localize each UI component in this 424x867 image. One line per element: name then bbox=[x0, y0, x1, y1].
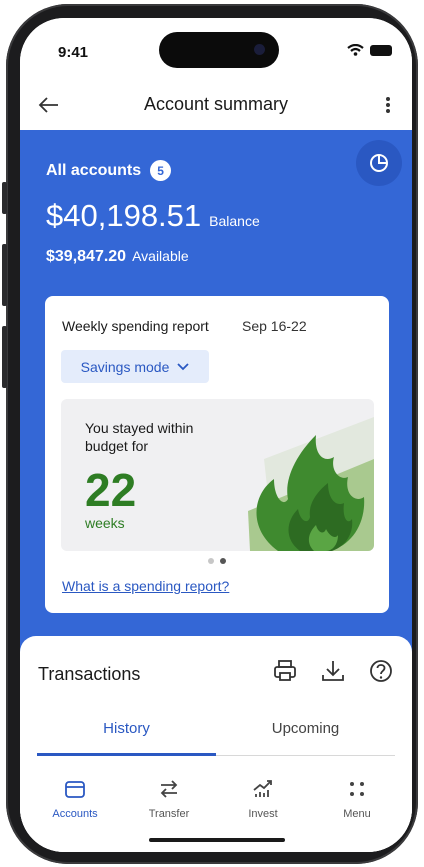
savings-mode-dropdown[interactable]: Savings mode bbox=[61, 350, 209, 383]
wallet-icon bbox=[65, 781, 85, 798]
nav-invest-label: Invest bbox=[248, 808, 278, 820]
pie-chart-icon bbox=[370, 154, 388, 172]
savings-mode-label: Savings mode bbox=[80, 358, 170, 375]
accounts-count-badge: 5 bbox=[150, 160, 172, 181]
wifi-icon bbox=[347, 44, 364, 56]
all-accounts-selector[interactable]: All accounts 5 bbox=[46, 160, 172, 181]
app-bar: Account summary bbox=[20, 80, 412, 130]
status-bar: 9:41 bbox=[20, 18, 412, 80]
chevron-down-icon bbox=[177, 362, 189, 370]
carousel-pager[interactable] bbox=[45, 558, 389, 564]
transactions-title: Transactions bbox=[38, 664, 141, 684]
balance: $40,198.51 Balance bbox=[46, 198, 260, 234]
all-accounts-label: All accounts bbox=[46, 161, 142, 179]
tab-upcoming[interactable]: Upcoming bbox=[216, 716, 395, 755]
status-icons bbox=[347, 44, 392, 56]
transactions-actions bbox=[272, 658, 394, 684]
phone-screen: 9:41 Account summary All accounts 5 $40,… bbox=[20, 18, 412, 852]
tab-history[interactable]: History bbox=[37, 716, 216, 756]
report-date-range: Sep 16-22 bbox=[242, 318, 307, 334]
spending-report-card: Weekly spending report Sep 16-22 Savings… bbox=[45, 296, 389, 613]
nav-menu[interactable]: Menu bbox=[310, 776, 404, 852]
available-amount: $39,847.20 bbox=[46, 248, 127, 265]
camera-icon bbox=[254, 44, 265, 55]
download-icon[interactable] bbox=[320, 658, 346, 684]
budget-streak-panel: You stayed within budget for 22 weeks bbox=[61, 399, 374, 551]
pager-dot-active[interactable] bbox=[220, 558, 226, 564]
page-title: Account summary bbox=[143, 94, 289, 114]
transfer-icon bbox=[160, 780, 178, 798]
home-indicator[interactable] bbox=[149, 838, 285, 842]
dynamic-island bbox=[159, 32, 279, 68]
available-label: Available bbox=[132, 248, 189, 264]
weeks-count: 22 bbox=[85, 464, 137, 516]
balance-amount: $40,198.51 bbox=[46, 198, 202, 233]
spending-report-help-link[interactable]: What is a spending report? bbox=[62, 578, 229, 594]
nav-menu-label: Menu bbox=[343, 808, 371, 820]
nav-accounts[interactable]: Accounts bbox=[28, 776, 122, 852]
balance-label: Balance bbox=[209, 213, 260, 229]
more-options-icon[interactable] bbox=[378, 92, 398, 118]
spending-chart-button[interactable] bbox=[356, 140, 402, 186]
nav-transfer-label: Transfer bbox=[148, 808, 190, 820]
flame-illustration bbox=[248, 417, 374, 551]
pager-dot[interactable] bbox=[208, 558, 214, 564]
device-mockup: 9:41 Account summary All accounts 5 $40,… bbox=[0, 0, 424, 867]
mute-switch bbox=[2, 182, 7, 214]
volume-up-button bbox=[2, 244, 7, 306]
nav-accounts-label: Accounts bbox=[52, 808, 98, 820]
budget-message: You stayed within budget for bbox=[85, 420, 194, 454]
account-overview: All accounts 5 $40,198.51 Balance $39,84… bbox=[20, 130, 412, 660]
available-balance: $39,847.20 Available bbox=[46, 248, 189, 266]
transactions-tabs: History Upcoming bbox=[37, 716, 395, 756]
help-icon[interactable] bbox=[368, 658, 394, 684]
battery-icon bbox=[370, 44, 392, 56]
menu-dots-icon bbox=[350, 782, 364, 796]
volume-down-button bbox=[2, 326, 7, 388]
weeks-label: weeks bbox=[85, 515, 125, 531]
report-title: Weekly spending report bbox=[62, 318, 209, 334]
status-time: 9:41 bbox=[58, 44, 89, 61]
invest-icon bbox=[253, 780, 272, 797]
print-icon[interactable] bbox=[272, 658, 298, 684]
